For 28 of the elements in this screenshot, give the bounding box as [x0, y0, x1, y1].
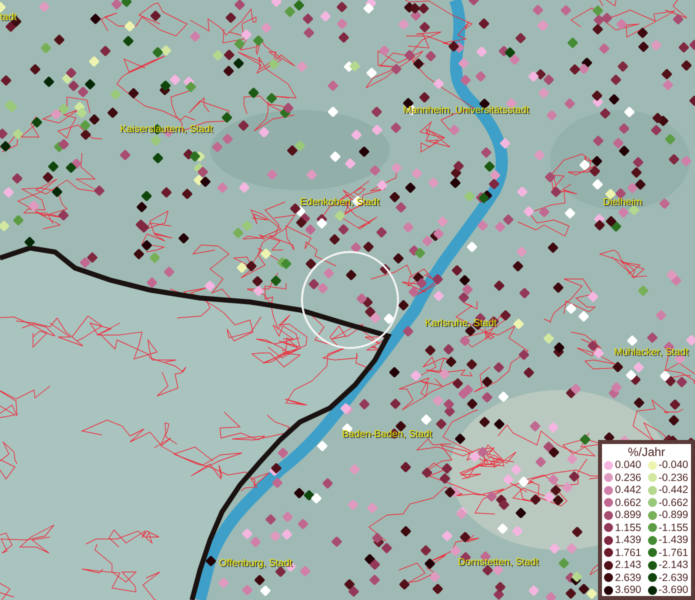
- legend-label: -0.040: [658, 459, 688, 472]
- legend-label: -2.639: [658, 572, 688, 584]
- legend-label: 1.155: [615, 522, 642, 534]
- city-label: tadt: [0, 11, 17, 25]
- legend-label: 1.761: [615, 546, 642, 559]
- city-label: Dielheim: [603, 196, 642, 210]
- legend-label: -1.761: [658, 546, 688, 559]
- legend-label: 2.639: [615, 572, 642, 584]
- legend-label: 0.899: [615, 509, 642, 522]
- legend-label: -0.236: [658, 472, 688, 484]
- city-label: Dornstetten, Stadt: [458, 556, 539, 570]
- legend-label: -0.662: [658, 496, 688, 509]
- city-label: Mühlacker, Stadt: [614, 346, 688, 360]
- legend-label: 2.143: [615, 559, 642, 572]
- legend-label: 0.236: [615, 472, 642, 484]
- legend-label: 0.442: [615, 484, 642, 496]
- legend-label: 0.662: [615, 496, 642, 509]
- city-label: Offenburg, Stadt: [219, 557, 292, 571]
- legend-label: 3.690: [615, 584, 642, 596]
- legend-label: -1.439: [658, 534, 688, 546]
- legend-label: 1.439: [615, 534, 642, 546]
- legend-label: -1.155: [658, 522, 688, 534]
- legend-label: 0.040: [615, 459, 642, 472]
- legend-label: -2.143: [658, 559, 688, 572]
- legend-title: %/Jahr: [626, 445, 666, 459]
- legend-label: -3.690: [658, 584, 688, 596]
- legend-label: -0.899: [658, 509, 688, 522]
- legend-label: -0.442: [658, 484, 688, 496]
